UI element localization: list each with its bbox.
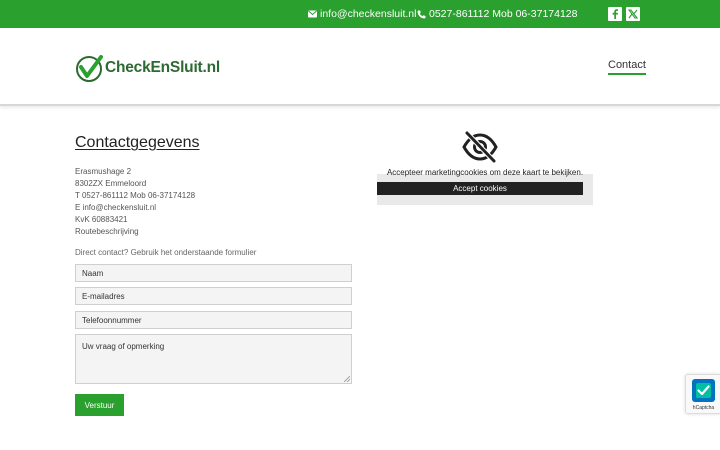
address-phone-link[interactable]: 0527-861112 Mob 06-37174128: [82, 191, 195, 200]
email-placeholder: E-mailadres: [82, 291, 125, 301]
accept-cookies-button[interactable]: Accept cookies: [377, 182, 583, 195]
hcaptcha-logo-icon: [692, 379, 715, 402]
phone-icon: [417, 10, 426, 18]
map-cookie-message: Accepteer marketingcookies om deze kaart…: [386, 168, 584, 177]
topbar-phone-link[interactable]: 0527-861112 Mob 06-37174128: [417, 0, 578, 28]
submit-button[interactable]: Verstuur: [75, 394, 124, 416]
phone-prefix: T: [75, 191, 80, 200]
email-input[interactable]: E-mailadres: [75, 287, 352, 305]
address-email-link[interactable]: info@checkensluit.nl: [83, 203, 157, 212]
topbar-email-text: info@checkensluit.nl: [320, 8, 417, 20]
resize-handle-icon[interactable]: [344, 376, 350, 382]
eye-slash-icon: [462, 131, 498, 163]
kvk-number: KvK 60883421: [75, 215, 128, 224]
message-textarea[interactable]: Uw vraag of opmerking: [75, 334, 352, 384]
topbar-phone-text: 0527-861112 Mob 06-37174128: [429, 8, 578, 20]
site-header: CheckEnSluit.nl Contact: [0, 28, 720, 106]
address-city: 8302ZX Emmeloord: [75, 179, 147, 188]
address-street: Erasmushage 2: [75, 167, 132, 176]
hcaptcha-label: hCaptcha: [692, 405, 715, 411]
address-email-line: E info@checkensluit.nl: [75, 202, 156, 214]
main-content: Contactgegevens Erasmushage 2 8302ZX Emm…: [0, 108, 720, 450]
nav-item-contact[interactable]: Contact: [608, 59, 646, 75]
name-placeholder: Naam: [82, 268, 104, 278]
site-logo[interactable]: CheckEnSluit.nl: [75, 54, 220, 82]
checkmark-logo-icon: [76, 55, 103, 82]
envelope-icon: [308, 10, 317, 18]
phone-placeholder: Telefoonnummer: [82, 315, 142, 325]
name-input[interactable]: Naam: [75, 264, 352, 282]
facebook-icon[interactable]: [608, 7, 622, 21]
hcaptcha-badge[interactable]: hCaptcha: [685, 374, 720, 414]
topbar-email-link[interactable]: info@checkensluit.nl: [308, 0, 416, 28]
route-line: Routebeschrijving: [75, 226, 139, 238]
form-intro: Direct contact? Gebruik het onderstaande…: [75, 248, 257, 257]
message-placeholder: Uw vraag of opmerking: [82, 342, 165, 351]
email-prefix: E: [75, 203, 81, 212]
top-bar: info@checkensluit.nl 0527-861112 Mob 06-…: [0, 0, 720, 28]
page-title: Contactgegevens: [75, 134, 200, 151]
phone-input[interactable]: Telefoonnummer: [75, 311, 352, 329]
logo-text: CheckEnSluit.nl: [105, 59, 220, 76]
address-phone-line: T 0527-861112 Mob 06-37174128: [75, 190, 195, 202]
route-link[interactable]: Routebeschrijving: [75, 227, 139, 236]
x-twitter-icon[interactable]: [626, 7, 640, 21]
